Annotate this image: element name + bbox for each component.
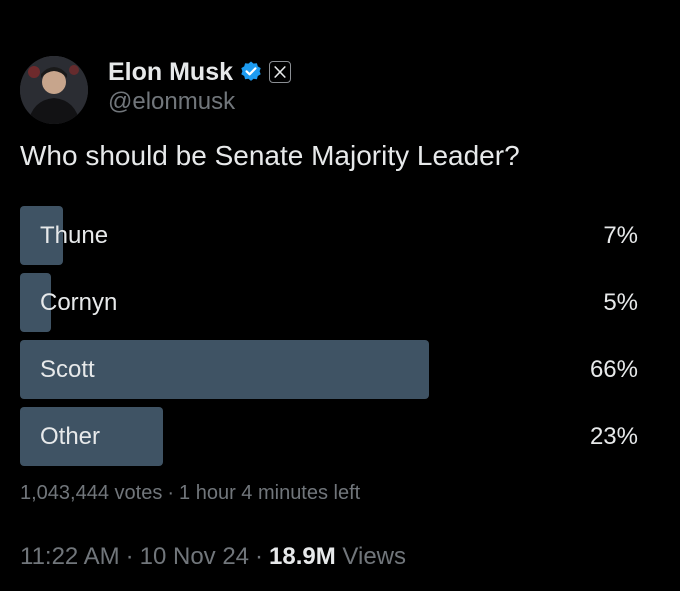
verified-badge-icon xyxy=(239,60,263,84)
poll-vote-count: 1,043,444 votes xyxy=(20,482,163,504)
avatar-image xyxy=(20,56,88,124)
author-display-name[interactable]: Elon Musk xyxy=(108,58,233,87)
author-row: Elon Musk xyxy=(108,56,292,88)
poll-option-percent: 7% xyxy=(603,222,638,249)
poll-option-percent: 5% xyxy=(603,289,638,316)
views-label: Views xyxy=(342,543,406,570)
poll: Thune 7% Cornyn 5% Scott 66% Other 23% xyxy=(20,206,640,474)
poll-option[interactable]: Other 23% xyxy=(20,407,640,466)
poll-option-percent: 66% xyxy=(589,356,638,383)
post-timestamp-row: 11:22 AM · 10 Nov 24 · 18.9M Views xyxy=(20,543,406,571)
x-logo-icon xyxy=(269,61,292,83)
poll-time-left: 1 hour 4 minutes left xyxy=(179,482,361,504)
poll-option[interactable]: Scott 66% xyxy=(20,340,640,399)
views-separator: · xyxy=(255,543,264,570)
timestamp-separator: · xyxy=(125,543,134,570)
avatar[interactable] xyxy=(20,56,88,124)
poll-option[interactable]: Thune 7% xyxy=(20,206,640,265)
poll-meta: 1,043,444 votes · 1 hour 4 minutes left xyxy=(20,482,360,505)
poll-option-label: Scott xyxy=(40,356,95,383)
poll-option-label: Thune xyxy=(40,222,109,249)
poll-option-label: Other xyxy=(40,423,101,450)
views-count[interactable]: 18.9M xyxy=(269,543,336,570)
poll-option-label: Cornyn xyxy=(40,289,118,316)
poll-option-percent: 23% xyxy=(589,423,638,450)
post-date[interactable]: 10 Nov 24 xyxy=(140,543,249,570)
poll-meta-separator: · xyxy=(167,482,175,504)
author-handle[interactable]: @elonmusk xyxy=(108,88,235,116)
post-time[interactable]: 11:22 AM xyxy=(20,543,120,570)
poll-option[interactable]: Cornyn 5% xyxy=(20,273,640,332)
post-text: Who should be Senate Majority Leader? xyxy=(20,140,520,171)
